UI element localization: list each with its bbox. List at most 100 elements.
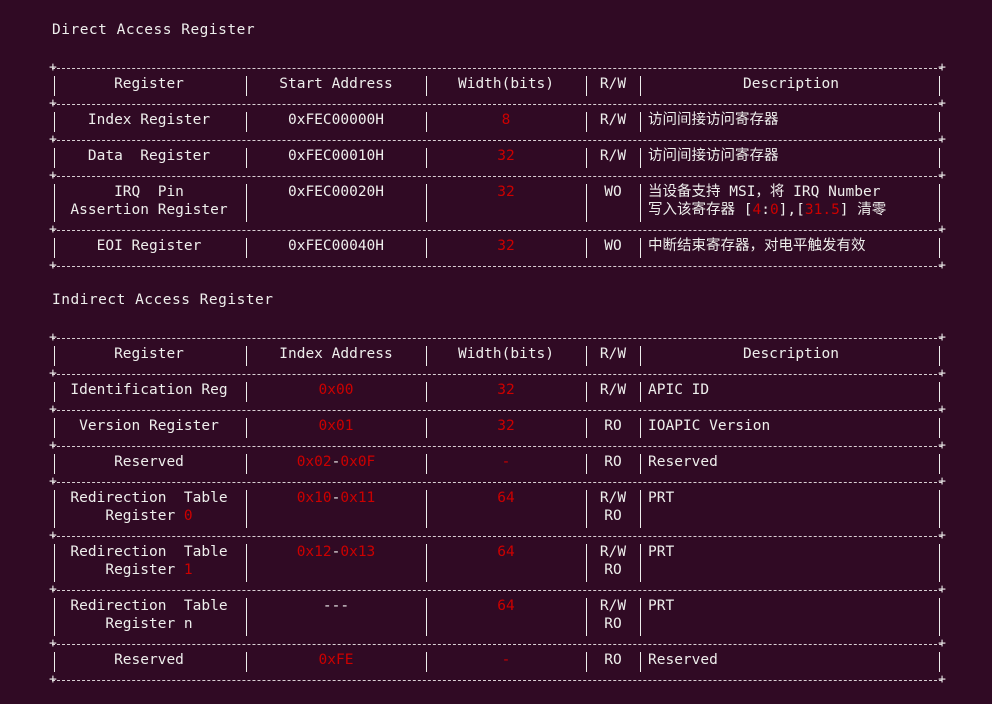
description-cell: Reserved <box>648 453 942 471</box>
address-cell: 0x10-0x11 <box>246 489 426 507</box>
header-description: Description <box>742 346 840 362</box>
width-cell: 32 <box>497 184 515 200</box>
description-cell: PRT <box>648 489 942 507</box>
column-separator <box>640 598 641 636</box>
address-cell: 0x00 <box>246 381 426 399</box>
column-separator <box>640 382 641 402</box>
cell-line: PRT <box>648 597 942 615</box>
description-cell: PRT <box>648 597 942 615</box>
terminal-window: Direct Access Register Register Start Add… <box>0 0 992 704</box>
text-segment: 0xFEC00000H <box>287 112 385 128</box>
text-segment: IRQ Pin <box>114 184 184 200</box>
column-separator <box>640 454 641 474</box>
address-cell: 0xFEC00040H <box>246 237 426 255</box>
column-separator <box>640 238 641 258</box>
cell-line: 中断结束寄存器，对电平触发有效 <box>648 237 942 255</box>
text-segment: 0 <box>183 508 193 524</box>
text-segment: 0x10 <box>296 490 332 506</box>
text-segment: Identification Reg <box>70 382 228 398</box>
cell-line: Reserved <box>52 453 246 471</box>
text-segment: R/W <box>599 598 627 614</box>
rw-cell: R/W RO <box>586 597 640 633</box>
cell-line: WO <box>586 237 640 255</box>
table-border <box>49 582 946 597</box>
text-segment: EOI Register <box>96 238 202 254</box>
cell-line: Version Register <box>52 417 246 435</box>
address-cell: 0x12-0x13 <box>246 543 426 561</box>
description-cell: IOAPIC Version <box>648 417 942 435</box>
text-segment: 1 <box>183 562 193 578</box>
register-name-cell: Version Register <box>52 417 246 435</box>
text-segment: Assertion Register <box>70 202 228 218</box>
text-segment: APIC ID <box>648 382 710 398</box>
cell-line: 0xFEC00020H <box>246 183 426 201</box>
text-segment: RO <box>604 562 622 578</box>
text-segment: Redirection Table <box>70 598 228 614</box>
text-segment: RO <box>604 616 622 632</box>
rw-cell: RO <box>586 651 640 669</box>
register-name-cell: Reserved <box>52 651 246 669</box>
rw-cell: R/W <box>586 111 640 129</box>
description-cell: 访问间接访问寄存器 <box>648 111 942 129</box>
column-separator <box>640 490 641 528</box>
width-cell: - <box>501 454 511 470</box>
text-segment: Register n <box>105 616 193 632</box>
header-register: Register <box>114 76 184 92</box>
cell-line: R/W <box>586 489 640 507</box>
text-segment: RO <box>604 418 622 434</box>
text-segment: 0x0F <box>340 454 376 470</box>
register-name-cell: Redirection Table Register 1 <box>52 543 246 579</box>
cell-line: R/W <box>586 543 640 561</box>
text-segment: Reserved <box>648 652 718 668</box>
text-segment: 0x01 <box>318 418 354 434</box>
cell-line: Register 0 <box>52 507 246 525</box>
direct-section-title: Direct Access Register <box>52 22 256 38</box>
table-border <box>49 672 946 687</box>
cell-line: PRT <box>648 489 942 507</box>
text-segment: 中断结束寄存器，对电平触发有效 <box>648 238 866 254</box>
register-name-cell: EOI Register <box>52 237 246 255</box>
text-segment: --- <box>322 598 350 614</box>
address-cell: 0x01 <box>246 417 426 435</box>
cell-line: RO <box>586 417 640 435</box>
text-segment: 写入该寄存器 [ <box>648 202 753 218</box>
register-name-cell: Identification Reg <box>52 381 246 399</box>
text-segment: R/W <box>599 490 627 506</box>
text-segment: ] 清零 <box>839 202 887 218</box>
text-segment: Redirection Table <box>70 544 228 560</box>
description-cell: Reserved <box>648 651 942 669</box>
cell-line: RO <box>586 615 640 633</box>
cell-line: Redirection Table <box>52 597 246 615</box>
text-segment: 0xFE <box>318 652 354 668</box>
text-segment: Index Register <box>87 112 211 128</box>
cell-line: 写入该寄存器 [4:0],[31.5] 清零 <box>648 201 942 219</box>
cell-line: R/W <box>586 111 640 129</box>
text-segment: Redirection Table <box>70 490 228 506</box>
table-border <box>49 168 946 183</box>
text-segment: Register <box>105 508 184 524</box>
header-width: Width(bits) <box>457 346 555 362</box>
rw-cell: RO <box>586 417 640 435</box>
cell-line: WO <box>586 183 640 201</box>
width-cell: 64 <box>497 598 515 614</box>
rw-cell: R/W RO <box>586 489 640 525</box>
header-address: Index Address <box>279 346 393 362</box>
text-segment: 0x13 <box>340 544 376 560</box>
width-cell: 32 <box>497 382 515 398</box>
table-border <box>49 222 946 237</box>
table-border <box>49 60 946 75</box>
rw-cell: WO <box>586 183 640 201</box>
register-name-cell: Redirection Table Register 0 <box>52 489 246 525</box>
register-name-cell: Data Register <box>52 147 246 165</box>
cell-line: 当设备支持 MSI，将 IRQ Number <box>648 183 942 201</box>
address-cell: 0xFE <box>246 651 426 669</box>
cell-line: IOAPIC Version <box>648 417 942 435</box>
text-segment: PRT <box>648 544 675 560</box>
address-cell: 0x02-0x0F <box>246 453 426 471</box>
cell-line: R/W <box>586 381 640 399</box>
cell-line: RO <box>586 561 640 579</box>
text-segment: Register <box>105 562 184 578</box>
cell-line: Assertion Register <box>52 201 246 219</box>
table-border <box>49 96 946 111</box>
text-segment: RO <box>604 454 622 470</box>
